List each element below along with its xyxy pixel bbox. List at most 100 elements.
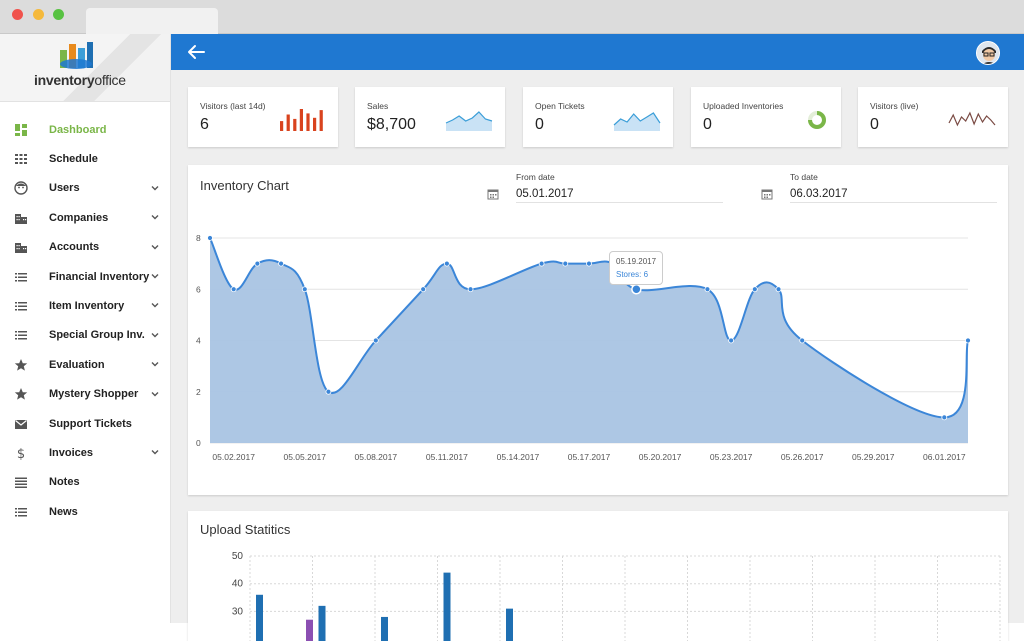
y-tick-label: 2 [196,387,201,397]
sidebar-item-special-group-inv[interactable]: Special Group Inv. [0,321,170,350]
chart-data-point [325,388,332,395]
sidebar-item-item-inventory[interactable]: Item Inventory [0,291,170,320]
chart-bar [443,572,451,641]
stat-sparkline [445,111,493,131]
stat-value: 0 [535,116,544,133]
chart-data-point [941,414,948,421]
x-tick-label: 05.20.2017 [639,452,682,462]
x-tick-label: 05.05.2017 [283,452,326,462]
sidebar-item-schedule[interactable]: Schedule [0,144,170,173]
chart-data-point [586,260,592,267]
sidebar-item-label: News [49,505,78,518]
stat-card[interactable]: Visitors (last 14d) 6 [188,87,338,147]
stat-card[interactable]: Open Tickets 0 [523,87,673,147]
sidebar-item-dashboard[interactable]: Dashboard [0,115,170,144]
chart-data-point [443,260,450,267]
chart-bar [256,594,263,641]
window-maximize-button[interactable] [53,9,64,20]
stat-card[interactable]: Visitors (live) 0 [858,87,1008,147]
chevron-down-icon[interactable] [150,359,160,369]
star-icon [14,387,28,401]
stat-value: 0 [870,116,879,133]
sidebar-item-support-tickets[interactable]: Support Tickets [0,409,170,438]
sidebar-item-label: Mystery Shopper [49,388,139,401]
chevron-down-icon[interactable] [150,271,160,281]
list-icon [14,505,28,519]
inventory-area-chart: 0 2 4 6 8 05.02.2017 05.05.2017 05.08.2017 05.11… [196,233,971,462]
browser-window-chrome [0,0,1024,34]
sparkline-bar [280,121,284,131]
y-tick-label: 4 [196,336,201,346]
chart-data-point [254,260,261,267]
list-icon [14,328,28,342]
dashboard-icon [14,123,28,137]
sidebar-item-label: Users [49,182,80,195]
x-tick-label: 05.17.2017 [568,452,611,462]
mail-icon [14,417,28,431]
user-avatar[interactable] [976,41,1000,65]
sidebar-item-accounts[interactable]: Accounts [0,233,170,262]
svg-text:$: $ [17,447,25,460]
chevron-down-icon[interactable] [150,183,160,193]
browser-tab[interactable] [86,8,218,34]
sparkline-line [948,111,996,127]
chevron-down-icon[interactable] [150,300,160,310]
star-icon [14,358,28,372]
sidebar-item-label: Dashboard [49,123,107,136]
sparkline-bar [293,118,297,131]
sparkline-area [446,112,492,131]
sidebar-item-companies[interactable]: Companies [0,203,170,232]
stat-card[interactable]: Sales $8,700 [355,87,505,147]
x-tick-label: 05.08.2017 [355,452,398,462]
sparkline-bar [306,113,310,131]
sidebar-item-label: Companies [49,211,109,224]
stat-label: Open Tickets [535,101,585,111]
sidebar-item-financial-inventory[interactable]: Financial Inventory [0,262,170,291]
x-tick-label: 05.14.2017 [497,452,540,462]
tooltip-date: 05.19.2017 [616,257,657,266]
chevron-down-icon[interactable] [150,242,160,252]
chevron-down-icon[interactable] [150,447,160,457]
chart-data-point [538,260,545,267]
chart-data-point [704,286,711,293]
chart-data-point [775,286,782,293]
y-tick-label: 30 [232,606,244,617]
x-tick-label: 05.02.2017 [212,452,255,462]
sidebar-item-news[interactable]: News [0,497,170,526]
logo[interactable]: inventoryoffice [0,34,170,102]
list-icon [14,270,28,284]
stat-sparkline [613,112,661,131]
dollar-icon: $ [14,446,28,460]
x-tick-label: 05.29.2017 [852,452,895,462]
chart-data-point [751,286,758,293]
chevron-down-icon[interactable] [150,389,160,399]
chevron-down-icon[interactable] [150,212,160,222]
chart-tooltip: 05.19.2017 Stores: 6 [609,251,664,285]
sidebar-nav: Dashboard Schedule Users Companies Accounts F… [0,102,170,526]
sidebar-item-label: Special Group Inv. [49,329,145,342]
window-close-button[interactable] [12,9,23,20]
stat-label: Sales [367,101,389,111]
sidebar-item-label: Financial Inventory [49,270,150,283]
sidebar-item-users[interactable]: Users [0,174,170,203]
chart-data-point [965,337,971,344]
window-minimize-button[interactable] [33,9,44,20]
logo-chart-icon [60,42,93,69]
x-tick-label: 05.23.2017 [710,452,753,462]
chart-data-point [562,260,569,267]
sidebar-item-invoices[interactable]: $ Invoices [0,438,170,467]
sidebar-item-evaluation[interactable]: Evaluation [0,350,170,379]
list-icon [14,299,28,313]
sidebar-item-mystery-shopper[interactable]: Mystery Shopper [0,380,170,409]
chevron-down-icon[interactable] [150,330,160,340]
back-arrow-icon[interactable] [187,44,205,60]
x-tick-label: 05.11.2017 [426,452,468,462]
sidebar-item-notes[interactable]: Notes [0,468,170,497]
x-tick-label: 05.26.2017 [781,452,824,462]
chart-data-point [631,284,642,295]
stat-card[interactable]: Uploaded Inventories 0 [691,87,841,147]
top-app-bar [171,34,1024,70]
stat-sparkline [808,111,826,129]
chart-data-point [278,260,284,267]
chart-data-point [728,337,735,344]
